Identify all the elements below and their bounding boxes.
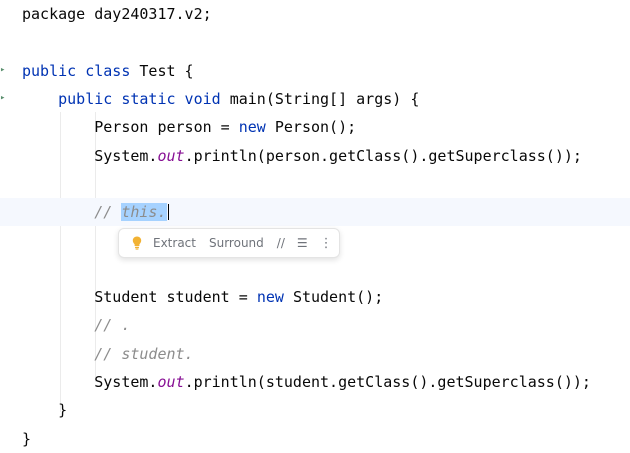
selected-text: this. xyxy=(121,203,167,222)
lightbulb-icon[interactable] xyxy=(129,236,145,250)
code-token: public static void xyxy=(22,89,230,108)
code-line[interactable]: // student. xyxy=(0,340,630,368)
code-token: } xyxy=(22,401,68,420)
code-token: Person person = xyxy=(22,118,239,137)
code-line-text: public static void main(String[] args) { xyxy=(22,85,419,113)
code-token: // student. xyxy=(22,344,194,363)
code-token: Student(); xyxy=(292,288,384,306)
code-line[interactable]: // this. xyxy=(0,198,630,227)
code-line[interactable] xyxy=(0,170,630,198)
code-line[interactable] xyxy=(0,28,630,56)
code-token: } xyxy=(22,429,32,448)
code-token: new xyxy=(256,288,293,306)
code-token: .println(student.getClass().getSuperclas… xyxy=(184,372,591,391)
code-line[interactable]: public static void main(String[] args) { xyxy=(0,85,630,113)
code-line-text: Student student = new Student(); xyxy=(22,283,383,311)
code-line[interactable]: // . xyxy=(0,311,630,339)
code-token: .println(person.getClass().getSuperclass… xyxy=(184,146,582,165)
code-token: Person(); xyxy=(274,118,357,137)
code-line-text: package day240317.v2; xyxy=(22,0,212,28)
reformat-icon[interactable]: ☰ xyxy=(297,236,308,250)
code-line[interactable]: package day240317.v2; xyxy=(0,0,630,28)
more-vertical-icon[interactable]: ⋮ xyxy=(320,236,333,251)
code-token: day240317.v2; xyxy=(94,5,212,23)
context-actions-popup: Extract Surround // ☰ ⋮ xyxy=(118,228,340,258)
code-token: Student student = xyxy=(22,288,257,306)
code-line-text: // . xyxy=(22,311,130,339)
code-line-text: public class Test { xyxy=(22,57,194,85)
code-line[interactable]: Person person = new Person(); xyxy=(0,113,630,141)
code-line[interactable]: } xyxy=(0,396,630,424)
code-token: System. xyxy=(22,372,158,391)
code-line-text: System.out.println(student.getClass().ge… xyxy=(22,368,591,396)
code-editor[interactable]: ▸ ▸ package day240317.v2; public class Te… xyxy=(0,0,630,452)
code-token: // xyxy=(22,203,122,222)
code-token: package xyxy=(22,5,95,23)
surround-action[interactable]: Surround xyxy=(209,236,264,250)
code-line-text: Person person = new Person(); xyxy=(22,113,356,141)
code-line-text: } xyxy=(22,396,67,424)
code-token: System. xyxy=(22,146,158,165)
code-line[interactable]: public class Test { xyxy=(0,57,630,85)
code-token: public class xyxy=(22,61,140,80)
code-line-text: // student. xyxy=(22,340,194,368)
text-caret xyxy=(167,204,169,221)
code-token: out xyxy=(157,146,185,165)
code-token: main(String[] args) { xyxy=(229,89,420,108)
code-token: // . xyxy=(22,316,131,335)
code-line[interactable]: } xyxy=(0,425,630,453)
code-token: out xyxy=(157,372,185,391)
code-line[interactable] xyxy=(0,255,630,283)
code-line-text: System.out.println(person.getClass().get… xyxy=(22,142,582,170)
code-token: new xyxy=(238,118,275,137)
comment-icon[interactable]: // xyxy=(277,236,285,250)
code-line[interactable]: System.out.println(student.getClass().ge… xyxy=(0,368,630,396)
code-line-text: // this. xyxy=(22,198,169,226)
extract-action[interactable]: Extract xyxy=(153,236,196,250)
code-line[interactable]: System.out.println(person.getClass().get… xyxy=(0,142,630,170)
code-token: Test { xyxy=(139,61,194,80)
code-line-text: } xyxy=(22,425,31,453)
code-line[interactable]: Student student = new Student(); xyxy=(0,283,630,311)
